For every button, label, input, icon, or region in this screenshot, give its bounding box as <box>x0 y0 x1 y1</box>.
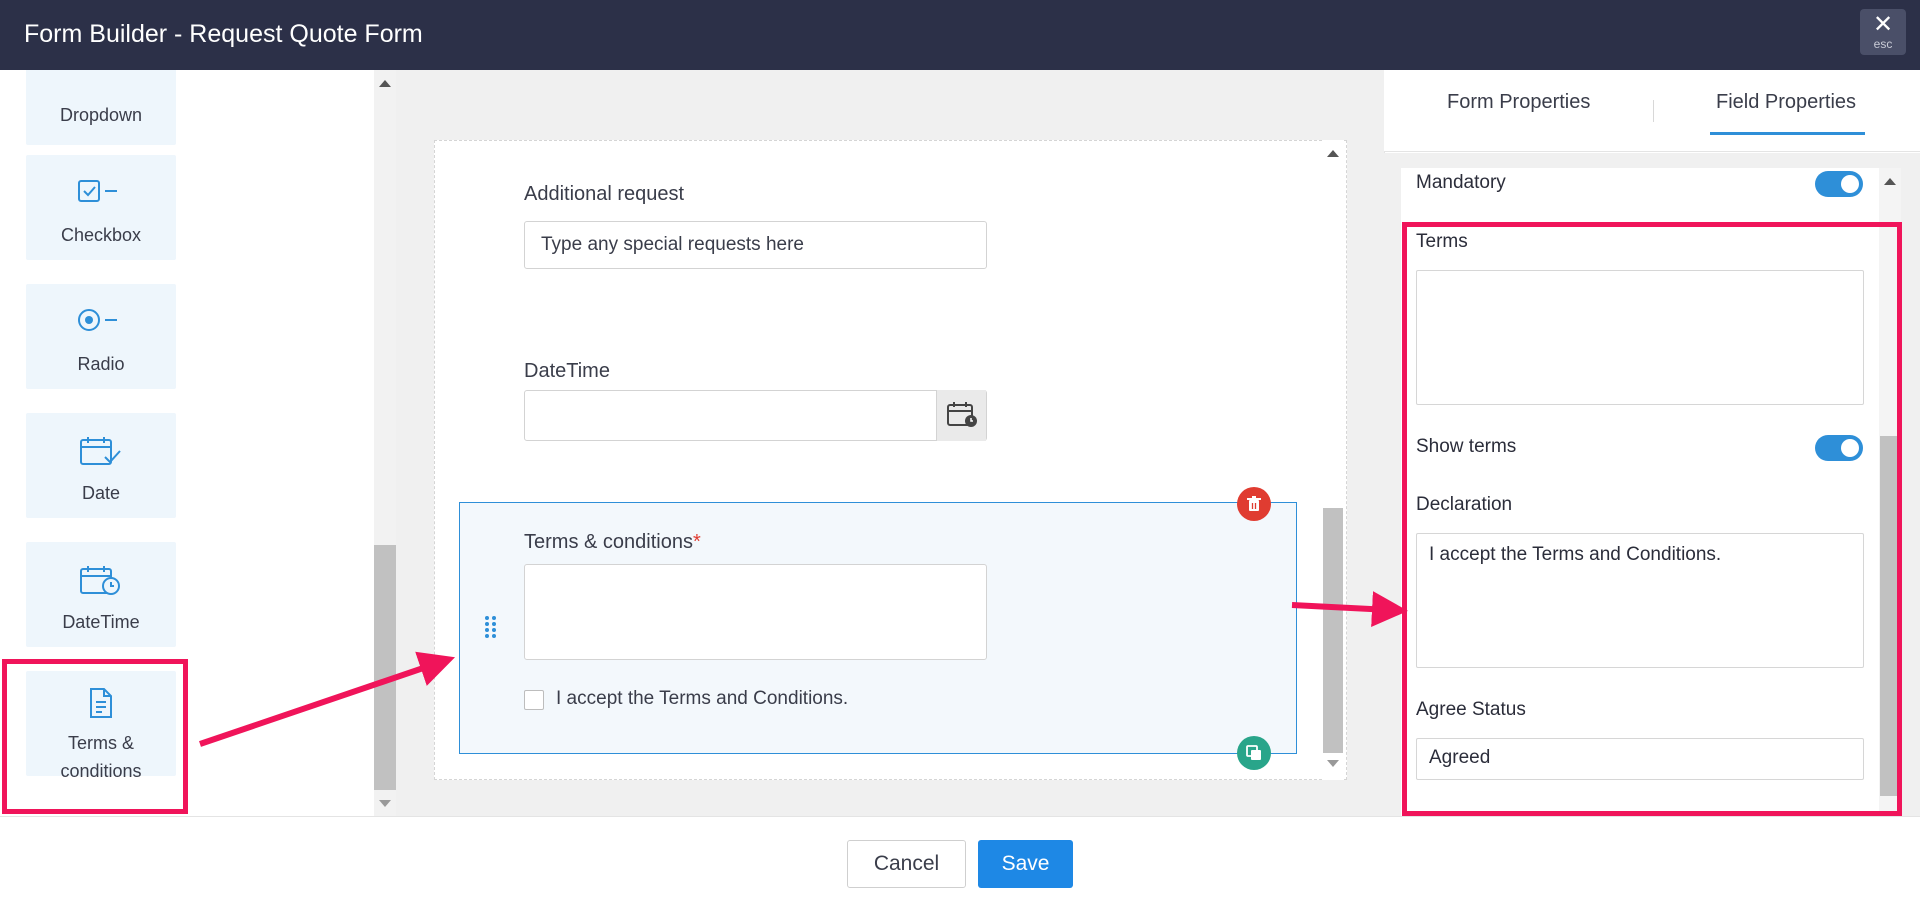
palette-item-label: Date <box>81 483 121 503</box>
tab-field-properties[interactable]: Field Properties <box>1716 91 1856 114</box>
close-icon: ✕ <box>1872 11 1894 38</box>
scroll-up-arrow-icon[interactable] <box>1884 178 1896 185</box>
terms-label: Terms & conditions* <box>524 531 701 553</box>
scroll-up-arrow-icon[interactable] <box>379 80 391 87</box>
mandatory-label: Mandatory <box>1416 172 1506 193</box>
terms-text-box <box>524 564 987 660</box>
duplicate-field-button[interactable] <box>1237 736 1271 770</box>
tab-divider <box>1653 100 1654 122</box>
tab-form-properties[interactable]: Form Properties <box>1447 91 1590 114</box>
palette-item-date[interactable]: Date <box>26 413 176 518</box>
palette-item-checkbox[interactable]: Checkbox <box>26 155 176 260</box>
terms-accept-label: I accept the Terms and Conditions. <box>556 688 849 709</box>
required-mark: * <box>692 531 701 553</box>
header-bar: Form Builder - Request Quote Form ✕ esc <box>0 0 1920 70</box>
scroll-down-arrow-icon[interactable] <box>1327 760 1339 767</box>
calendar-clock-icon <box>26 564 176 601</box>
calendar-clock-icon <box>947 402 977 427</box>
scroll-up-arrow-icon[interactable] <box>1327 150 1339 157</box>
terms-palette-highlight <box>2 659 188 814</box>
page-title: Form Builder - Request Quote Form <box>24 20 423 48</box>
palette-item-label: Radio <box>77 354 125 374</box>
scroll-down-arrow-icon[interactable] <box>379 800 391 807</box>
datetime-label: DateTime <box>524 360 610 382</box>
toggle-knob <box>1841 175 1859 193</box>
datetime-picker-button[interactable] <box>936 390 986 441</box>
save-button[interactable]: Save <box>978 840 1073 888</box>
palette-scrollbar[interactable] <box>374 70 396 816</box>
palette-item-radio[interactable]: Radio <box>26 284 176 389</box>
palette-item-datetime[interactable]: DateTime <box>26 542 176 647</box>
close-hint: esc <box>1873 37 1893 51</box>
palette-item-dropdown[interactable]: Dropdown <box>26 70 176 145</box>
trash-icon <box>1247 496 1261 511</box>
properties-highlight <box>1402 222 1902 816</box>
additional-request-label: Additional request <box>524 183 685 205</box>
palette-item-label: Checkbox <box>60 225 142 245</box>
calendar-check-icon <box>26 435 176 472</box>
delete-field-button[interactable] <box>1237 487 1271 521</box>
properties-tabs: Form Properties Field Properties <box>1384 70 1920 152</box>
canvas-scrollbar[interactable] <box>1322 140 1344 780</box>
close-button[interactable]: ✕ esc <box>1860 9 1906 55</box>
active-tab-indicator <box>1710 132 1865 135</box>
scrollbar-thumb[interactable] <box>374 545 396 790</box>
palette-item-label: Dropdown <box>59 105 143 125</box>
copy-icon <box>1246 745 1261 760</box>
terms-accept-checkbox[interactable] <box>524 690 544 710</box>
datetime-input[interactable] <box>524 390 987 441</box>
checkbox-icon <box>26 179 176 208</box>
additional-request-input[interactable]: Type any special requests here <box>524 221 987 269</box>
cancel-button[interactable]: Cancel <box>847 840 966 888</box>
drag-handle-icon[interactable] <box>484 615 498 644</box>
radio-icon <box>26 308 176 337</box>
mandatory-toggle[interactable] <box>1815 171 1863 197</box>
palette-item-label: DateTime <box>62 612 140 632</box>
scrollbar-thumb[interactable] <box>1323 508 1343 753</box>
